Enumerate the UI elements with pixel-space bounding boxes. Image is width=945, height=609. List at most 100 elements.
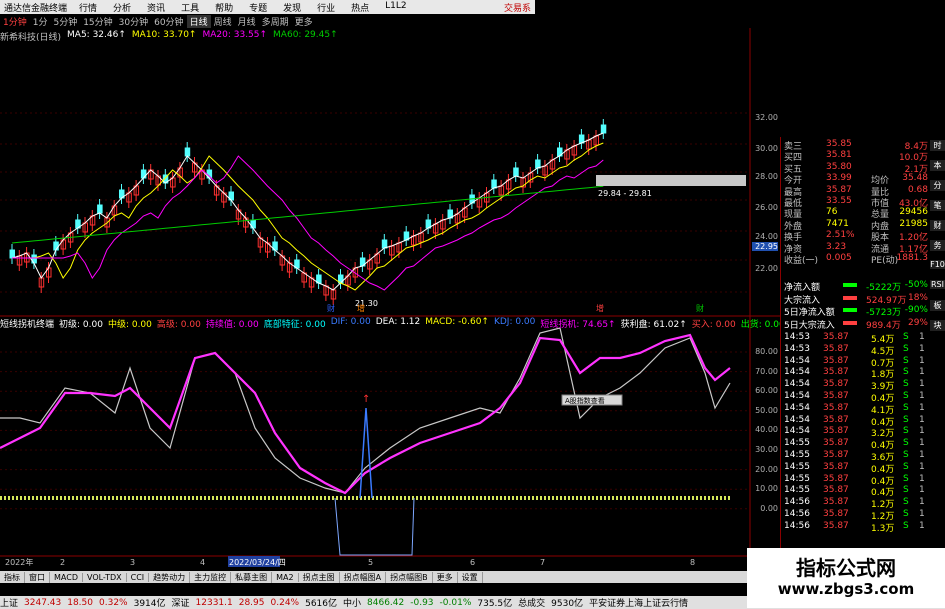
tick-price: 35.87	[823, 343, 849, 354]
right-edge-tab[interactable]: 时	[930, 140, 945, 151]
menu-item-9[interactable]: L1L2	[377, 1, 414, 14]
osc-legend-item: 底部特征: 0.00	[263, 320, 326, 330]
tick-side: S	[903, 461, 909, 472]
range-band	[596, 175, 746, 186]
event-tag: 增	[357, 303, 365, 313]
tick-price: 35.87	[823, 461, 849, 472]
tick-row: 14:54 35.87 0.7万 S 1	[781, 355, 945, 369]
tick-side: S	[903, 473, 909, 484]
indicator-tab-8[interactable]: MA2	[272, 572, 299, 582]
price-axis-label: 26.00	[755, 203, 778, 212]
flow-pct: -90%	[904, 305, 928, 315]
tick-side: S	[903, 426, 909, 437]
indicator-tab-10[interactable]: 拐点幅图A	[340, 571, 387, 583]
osc-axis-label: 50.00	[755, 405, 778, 415]
period-item-10[interactable]: 更多	[292, 15, 316, 28]
tick-price: 35.87	[823, 355, 849, 366]
quote-row: 最低 33.55 市值 43.0亿	[781, 196, 945, 209]
period-item-8[interactable]: 月线	[235, 15, 259, 28]
tick-side: S	[903, 391, 909, 401]
tick-price: 35.87	[823, 450, 849, 460]
osc-axis-label: 60.00	[755, 386, 778, 396]
right-edge-tab[interactable]: 块	[930, 320, 945, 331]
right-edge-tab[interactable]: RSI	[930, 280, 945, 289]
indicator-tab-6[interactable]: 主力监控	[190, 571, 232, 583]
account-menu[interactable]: 交易系	[504, 1, 535, 14]
flow-value: 989.4万	[866, 320, 901, 331]
status-item: 28.95	[238, 597, 265, 608]
quote-row: 最高 35.87 量比 0.68	[781, 185, 945, 198]
menu-item-4[interactable]: 帮助	[207, 1, 241, 14]
quote-panel: 卖三 35.85 8.4万 买四 35.81 10.0万 买五 35.80 2.1万 今开 33.9…	[780, 137, 945, 582]
price-axis-label: 28.00	[755, 172, 778, 181]
osc-axis-label: 10.00	[755, 484, 778, 494]
indicator-tab-3[interactable]: VOL-TDX	[83, 572, 127, 582]
period-item-4[interactable]: 30分钟	[116, 15, 151, 28]
period-item-2[interactable]: 5分钟	[50, 15, 80, 28]
menu-item-5[interactable]: 专题	[241, 1, 275, 14]
tick-row: 14:54 35.87 3.9万 S 1	[781, 379, 945, 392]
menu-item-6[interactable]: 发现	[275, 1, 309, 14]
period-item-3[interactable]: 15分钟	[80, 15, 115, 28]
tooltip-text: A股指数查看	[565, 396, 605, 405]
osc-axis-label: 0.00	[760, 503, 778, 513]
indicator-tab-2[interactable]: MACD	[50, 572, 83, 582]
tick-time: 14:54	[784, 391, 810, 401]
tick-row: 14:54 35.87 0.4万 S 1	[781, 414, 945, 428]
flow-bar	[843, 308, 857, 312]
right-edge-tab[interactable]: 务	[930, 240, 945, 251]
osc-legend-item: KDJ: 0.00	[493, 317, 536, 327]
osc-legend-item: DIF: 0.00	[330, 317, 371, 327]
menu-item-3[interactable]: 工具	[173, 1, 207, 14]
tick-row: 14:55 35.87 3.6万 S 1	[781, 450, 945, 463]
tick-row: 14:56 35.87 1.3万 S 1	[781, 520, 945, 534]
indicator-tab-5[interactable]: 趋势动力	[149, 571, 191, 583]
indicator-tab-12[interactable]: 更多	[433, 571, 458, 583]
right-edge-tab[interactable]: 本	[930, 160, 945, 171]
tick-row: 14:55 35.87 0.4万 S 1	[781, 461, 945, 475]
period-item-6[interactable]: 日线	[186, 14, 211, 28]
right-edge-tab[interactable]: 板	[930, 300, 945, 311]
tick-price: 35.87	[823, 520, 849, 531]
indicator-tab-1[interactable]: 窗口	[25, 571, 50, 583]
menu-item-8[interactable]: 热点	[343, 1, 377, 14]
right-edge-tab[interactable]: 财	[930, 220, 945, 231]
tick-row: 14:54 35.87 0.4万 S 1	[781, 391, 945, 404]
osc-legend-item: 获利盘: 61.02↑	[620, 320, 687, 330]
indicator-tab-11[interactable]: 拐点幅图B	[386, 571, 433, 583]
quote-row: 卖三 35.85 8.4万	[781, 139, 945, 152]
menu-item-7[interactable]: 行业	[309, 1, 343, 14]
period-item-0[interactable]: 1分钟	[0, 15, 30, 28]
status-item: 5616亿	[305, 599, 337, 609]
period-item-9[interactable]: 多周期	[259, 15, 292, 28]
tick-time: 14:56	[784, 509, 810, 519]
quote-row: 买四 35.81 10.0万	[781, 150, 945, 163]
right-edge-tab[interactable]: 笔	[930, 200, 945, 211]
osc-legend-item: 买入: 0.00	[691, 320, 736, 330]
right-edge-tab[interactable]: 分	[930, 180, 945, 191]
osc-axis-label: 40.00	[755, 425, 778, 435]
tick-price: 35.87	[823, 414, 849, 425]
watermark: 指标公式网 www.zbgs3.com	[747, 548, 945, 608]
blue-signal-box	[334, 497, 415, 556]
period-item-7[interactable]: 周线	[211, 15, 235, 28]
indicator-tab-13[interactable]: 设置	[458, 571, 483, 583]
tick-count: 1	[919, 414, 925, 425]
indicator-tab-0[interactable]: 指标	[0, 571, 25, 583]
date-axis-label: 4	[200, 558, 205, 567]
chart-canvas[interactable]: 29.84 - 29.81 21.30 财增增财 ↑ A股指数查看 2022年 2…	[0, 28, 780, 588]
indicator-tab-9[interactable]: 拐点主图	[299, 571, 340, 583]
period-item-5[interactable]: 60分钟	[151, 15, 186, 28]
candle-body	[140, 169, 147, 179]
indicator-tab-4[interactable]: CCI	[127, 572, 150, 582]
menu-item-0[interactable]: 行情	[71, 1, 105, 14]
period-item-1[interactable]: 1分	[30, 15, 51, 28]
menu-item-2[interactable]: 资讯	[139, 1, 173, 14]
status-item: 0.32%	[99, 597, 128, 608]
status-item: 深证	[171, 599, 190, 609]
indicator-tab-7[interactable]: 私募主图	[231, 571, 273, 583]
candle-body	[97, 204, 103, 214]
right-edge-tab[interactable]: F10	[930, 260, 945, 269]
menu-item-1[interactable]: 分析	[105, 1, 139, 14]
event-tag: 财	[696, 303, 704, 313]
